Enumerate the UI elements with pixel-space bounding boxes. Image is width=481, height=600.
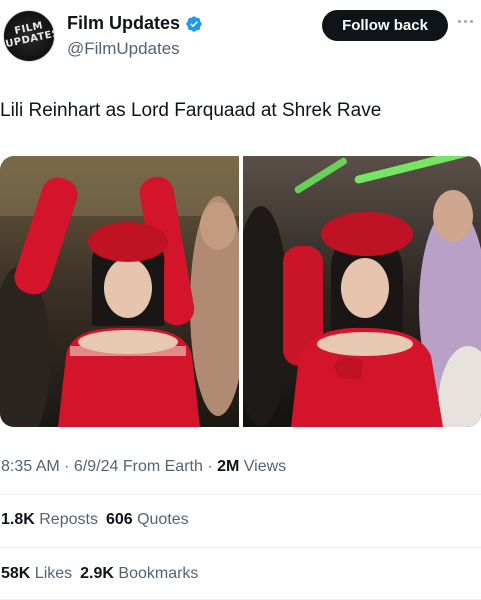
tweet-meta-row: 8:35 AM · 6/9/24 From Earth · 2M Views: [1, 458, 286, 476]
reposts-label: Reposts: [34, 511, 98, 528]
likes-count: 58K: [1, 565, 31, 582]
tweet-date[interactable]: 6/9/24: [74, 458, 118, 475]
views-count: 2M: [217, 458, 240, 475]
bookmarks-label: Bookmarks: [113, 565, 199, 582]
verified-badge-icon: [186, 15, 202, 32]
more-horizontal-icon[interactable]: [458, 16, 478, 26]
views-label: Views: [239, 458, 287, 475]
author-display-name[interactable]: Film Updates: [67, 13, 180, 34]
likes-label: Likes: [30, 565, 73, 582]
meta-separator: ·: [59, 458, 74, 475]
follow-back-button[interactable]: Follow back: [322, 10, 448, 41]
tweet-media-grid: [0, 156, 481, 427]
quotes-link[interactable]: 606 Quotes: [106, 511, 189, 528]
tweet-photo-1[interactable]: [0, 156, 239, 427]
bookmarks-count: 2.9K: [80, 565, 114, 582]
reposts-count: 1.8K: [1, 511, 35, 528]
quotes-label: Quotes: [132, 511, 189, 528]
photo-1-image: [0, 156, 239, 427]
stats-row-likes-bookmarks: 58K Likes 2.9K Bookmarks: [1, 565, 198, 583]
quotes-count: 606: [105, 511, 133, 528]
tweet-text: Lili Reinhart as Lord Farquaad at Shrek …: [0, 100, 382, 121]
photo-2-image: [243, 156, 481, 427]
reposts-link[interactable]: 1.8K Reposts: [1, 511, 98, 528]
tweet-photo-2[interactable]: [243, 156, 481, 427]
tweet-time[interactable]: 8:35 AM: [1, 458, 60, 475]
author-name-row: Film Updates: [67, 13, 203, 34]
tweet-source: From Earth: [118, 458, 203, 475]
stats-row-reposts-quotes: 1.8K Reposts 606 Quotes: [1, 511, 189, 529]
meta-separator: ·: [202, 458, 218, 475]
divider: [0, 494, 481, 495]
divider: [0, 547, 481, 548]
bookmarks-link[interactable]: 2.9K Bookmarks: [80, 565, 198, 582]
author-handle[interactable]: @FilmUpdates: [67, 39, 180, 59]
likes-link[interactable]: 58K Likes: [1, 565, 72, 582]
avatar[interactable]: FILM UPDATES: [3, 10, 55, 62]
avatar-logo-text: FILM UPDATES: [4, 18, 54, 50]
tweet-header: FILM UPDATES Film Updates @FilmUpdates F…: [0, 0, 481, 80]
